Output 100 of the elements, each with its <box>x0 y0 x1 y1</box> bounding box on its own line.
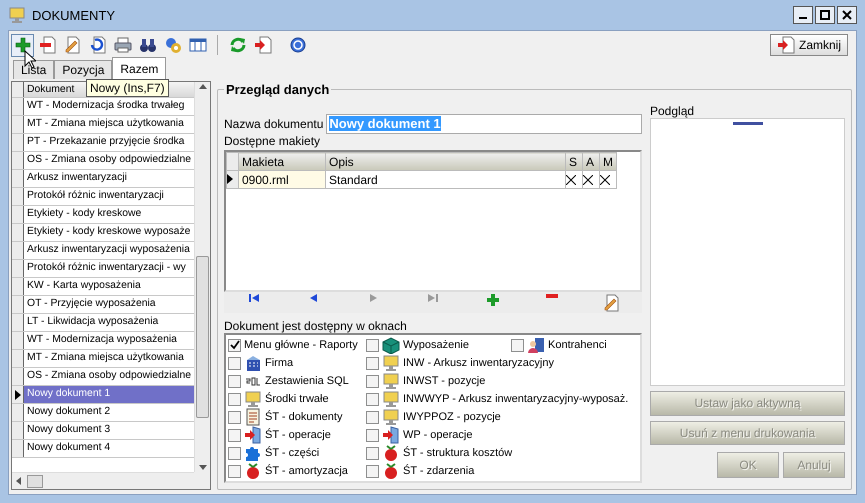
checkbox-label: ŚT - części <box>265 447 320 459</box>
checkbox[interactable] <box>366 374 379 388</box>
add-button[interactable] <box>11 34 34 56</box>
tab[interactable]: Pozycja <box>54 60 112 79</box>
checkbox[interactable] <box>366 446 379 460</box>
checkbox[interactable] <box>366 338 379 352</box>
checkbox[interactable] <box>228 446 241 460</box>
list-row[interactable]: WT - Modernizacja wyposażenia <box>12 332 194 350</box>
add-icon <box>486 294 499 306</box>
scrollbar-thumb[interactable] <box>196 256 209 418</box>
printer-icon <box>114 36 132 54</box>
column-header[interactable]: Makieta <box>238 152 326 170</box>
checkbox-label: Zestawienia SQL <box>265 375 349 387</box>
list-row[interactable]: Protokół różnic inwentaryzacji <box>12 188 194 206</box>
checkbox[interactable] <box>228 392 241 406</box>
maximize-button[interactable] <box>815 6 835 24</box>
checkbox[interactable] <box>228 338 241 352</box>
tab[interactable]: Razem <box>112 57 166 79</box>
section-label: Podgląd <box>650 104 696 118</box>
checkbox-label: IWYPPOZ - pozycje <box>403 411 501 423</box>
tooltip: Nowy (Ins,F7) <box>86 79 169 97</box>
list-row[interactable]: Nowy dokument 2 <box>12 404 194 422</box>
scroll-down-icon[interactable] <box>198 465 206 470</box>
list-row[interactable]: Etykiety - kody kreskowe wyposaże <box>12 224 194 242</box>
edit-icon <box>603 294 622 312</box>
list-row[interactable]: WT - Modernizacja środka trwałeg <box>12 98 194 116</box>
checkbox[interactable] <box>366 410 379 424</box>
header-corner <box>12 82 24 97</box>
monitor-icon <box>382 354 400 372</box>
list-row[interactable]: OT - Przyjęcie wyposażenia <box>12 296 194 314</box>
table-cell: 0900.rml <box>238 170 326 188</box>
list-row[interactable]: MT - Zmiana miejsca użytkowania <box>12 350 194 368</box>
column-header[interactable]: A <box>582 152 600 170</box>
exit-icon <box>776 36 795 54</box>
close-button[interactable] <box>837 6 857 24</box>
row-pointer-icon <box>227 174 233 184</box>
section-label: Dostępne makiety <box>224 134 322 148</box>
checkbox[interactable] <box>228 464 241 478</box>
close-icon <box>842 10 852 20</box>
add-icon <box>14 36 32 54</box>
checkbox[interactable] <box>366 392 379 406</box>
list-row[interactable]: Arkusz inwentaryzacji <box>12 170 194 188</box>
list-row[interactable]: Nowy dokument 3 <box>12 422 194 440</box>
checkbox[interactable] <box>228 428 241 442</box>
scrollbar-thumb[interactable] <box>27 474 43 488</box>
checkbox-label: INWWYP - Arkusz inwentaryzacyjny-wyposaż. <box>403 393 628 405</box>
list-row[interactable]: Nowy dokument 4 <box>12 440 194 458</box>
list-row[interactable]: MT - Zmiana miejsca użytkowania <box>12 116 194 134</box>
contacts-icon <box>527 336 545 354</box>
building-icon <box>244 354 262 372</box>
edit-icon <box>64 36 82 54</box>
column-header[interactable]: M <box>600 152 616 170</box>
list-row[interactable]: Arkusz inwentaryzacji wyposażenia <box>12 242 194 260</box>
list-row[interactable]: Etykiety - kody kreskowe <box>12 206 194 224</box>
last-record-icon <box>428 294 438 302</box>
checkbox-label: ŚT - amortyzacja <box>265 465 348 477</box>
door-arrow-icon <box>382 426 400 444</box>
list-row[interactable]: LT - Likwidacja wyposażenia <box>12 314 194 332</box>
apple-icon <box>244 462 262 480</box>
checkbox-label: Firma <box>265 357 294 369</box>
monitor-icon <box>382 408 400 426</box>
checkbox-label: ŚT - zdarzenia <box>403 465 474 477</box>
delete-icon <box>546 294 558 298</box>
remove-icon <box>38 36 56 54</box>
monitor-icon <box>244 390 262 408</box>
list-row[interactable]: Protokół różnic inwentaryzacji - wy <box>12 260 194 278</box>
column-header[interactable]: S <box>566 152 582 170</box>
binoculars-icon <box>138 36 156 54</box>
checkbox[interactable] <box>511 338 524 352</box>
exit-icon <box>254 36 272 54</box>
checkbox[interactable] <box>228 410 241 424</box>
checkbox[interactable] <box>366 356 379 370</box>
list-row[interactable]: KW - Karta wyposażenia <box>12 278 194 296</box>
checkbox[interactable] <box>366 428 379 442</box>
scroll-left-icon[interactable] <box>16 477 21 485</box>
minimize-button[interactable] <box>793 6 813 24</box>
list-row[interactable]: PT - Przekazanie przyjęcie środka <box>12 134 194 152</box>
puzzle-icon <box>244 444 262 462</box>
maximize-icon <box>820 10 830 20</box>
checkbox-label: WP - operacje <box>403 429 472 441</box>
column-header[interactable]: Opis <box>326 152 566 170</box>
checkbox[interactable] <box>228 374 241 388</box>
checkbox[interactable] <box>228 356 241 370</box>
row-pointer-icon <box>14 390 20 400</box>
checkbox[interactable] <box>366 464 379 478</box>
table-cell: Standard <box>326 170 566 188</box>
close-window-button[interactable]: Zamknij <box>770 34 848 56</box>
apple-icon <box>382 462 400 480</box>
app-icon <box>8 6 26 24</box>
scroll-up-icon[interactable] <box>198 84 206 89</box>
refresh-document-icon <box>88 36 106 54</box>
next-record-icon <box>370 294 377 302</box>
columns-icon <box>188 36 206 54</box>
list-row[interactable]: OS - Zmiana osoby odpowiedzialne <box>12 152 194 170</box>
box-icon <box>382 336 400 354</box>
preview-heading-mark <box>732 122 762 125</box>
checkbox-label: ŚT - operacje <box>265 429 331 441</box>
refresh-icon <box>228 36 246 54</box>
section-label: Dokument jest dostępny w oknach <box>224 319 408 333</box>
cross-icon <box>600 174 610 184</box>
